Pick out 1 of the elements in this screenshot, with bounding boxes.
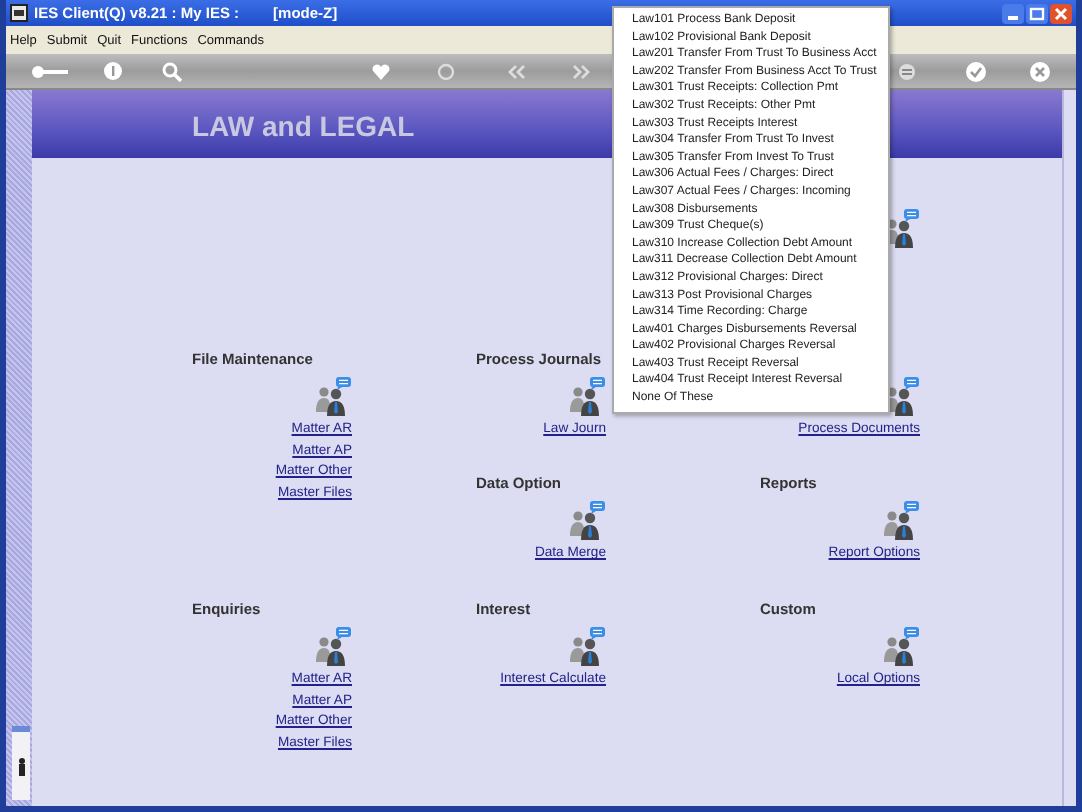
page-title: LAW and LEGAL bbox=[192, 110, 415, 142]
